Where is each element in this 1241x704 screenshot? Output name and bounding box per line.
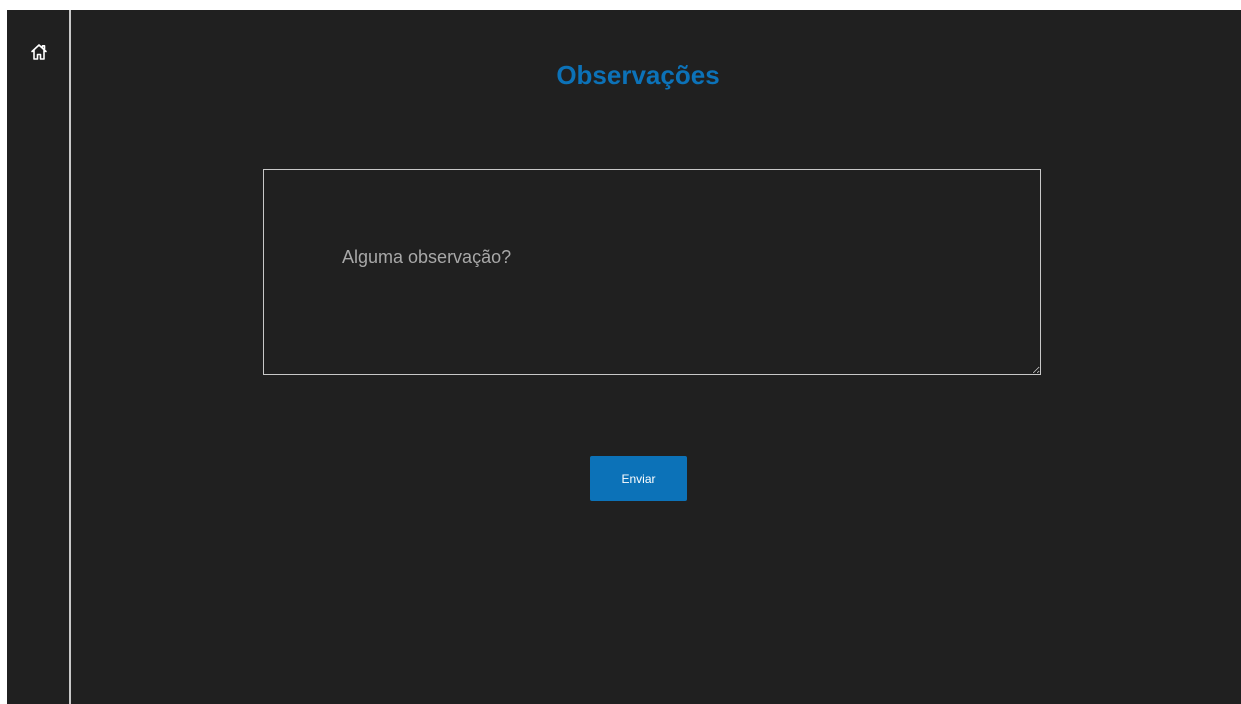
sidebar xyxy=(7,10,71,704)
page-title: Observações xyxy=(556,60,720,90)
submit-button[interactable]: Enviar xyxy=(590,456,687,501)
observation-textarea[interactable] xyxy=(263,169,1041,375)
app-window: Observações Enviar xyxy=(7,10,1241,704)
home-icon xyxy=(31,44,47,60)
home-button[interactable] xyxy=(28,41,50,63)
main-content: Observações Enviar xyxy=(71,10,1241,704)
